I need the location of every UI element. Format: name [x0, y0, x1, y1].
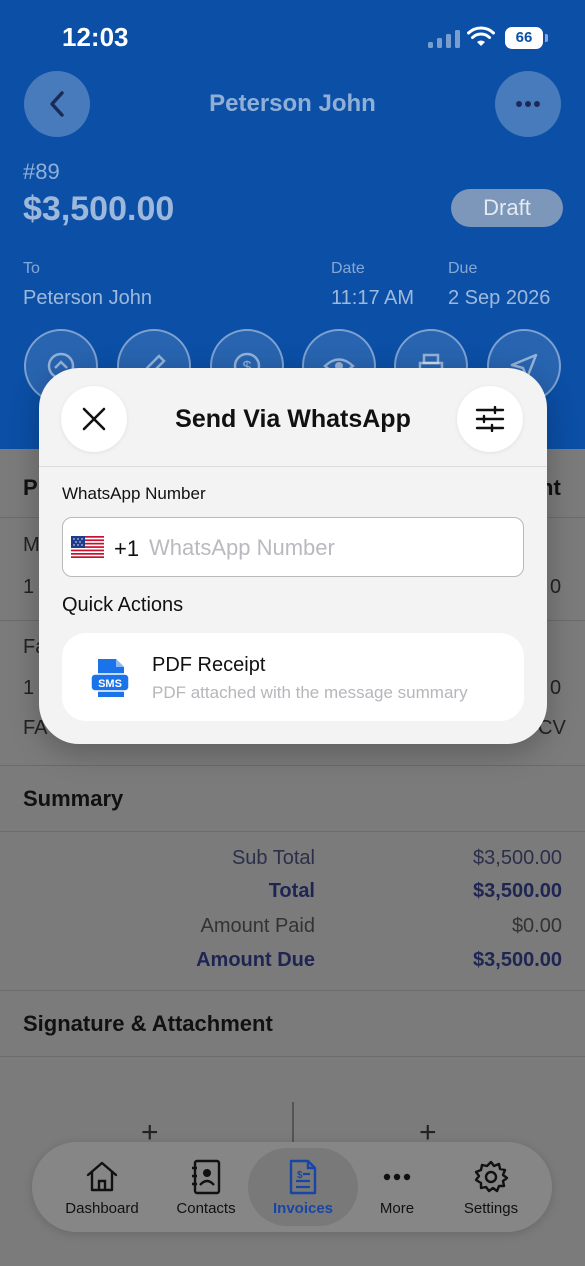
divider	[0, 831, 585, 832]
wifi-icon	[467, 26, 495, 46]
signature-separator	[292, 1102, 294, 1142]
summary-value: $3,500.00	[473, 847, 562, 869]
divider	[0, 765, 585, 766]
summary-value: $3,500.00	[473, 880, 562, 902]
pdf-receipt-action[interactable]: SMS PDF Receipt PDF attached with the me…	[62, 633, 524, 721]
battery-indicator: 66	[505, 27, 548, 49]
sms-document-icon: SMS	[90, 659, 130, 697]
divider	[0, 990, 585, 991]
due-label: Due	[448, 260, 478, 277]
tab-label: Invoices	[272, 1200, 334, 1217]
items-header-left: P	[23, 475, 38, 500]
send-whatsapp-modal: Send Via WhatsApp WhatsApp Number +1 Qui…	[39, 368, 547, 744]
divider	[0, 1056, 585, 1057]
date-label: Date	[331, 260, 365, 277]
item-row-2-amount: 0	[550, 677, 562, 699]
item-row-1-name: M	[23, 534, 40, 556]
item-row-1-qty: 1	[23, 576, 35, 598]
summary-value: $0.00	[511, 915, 562, 937]
invoice-amount: $3,500.00	[23, 190, 175, 228]
date-value: 11:17 AM	[331, 287, 415, 309]
sms-icon-text: SMS	[98, 678, 122, 690]
summary-label: Sub Total	[231, 847, 315, 869]
invoice-number: #89	[23, 159, 60, 184]
tab-label: Contacts	[176, 1200, 236, 1217]
us-flag-icon[interactable]	[71, 536, 104, 558]
ellipsis-icon	[516, 101, 540, 107]
tab-more[interactable]: More	[358, 1142, 436, 1232]
quick-action-name: PDF Receipt	[152, 654, 266, 676]
tab-invoices[interactable]: $ Invoices	[248, 1142, 358, 1232]
summary-label: Total	[268, 880, 315, 902]
status-time: 12:03	[62, 22, 129, 52]
summary-label: Amount Paid	[200, 915, 315, 937]
tab-dashboard[interactable]: Dashboard	[54, 1142, 150, 1232]
quick-actions-title: Quick Actions	[62, 594, 184, 616]
tab-contacts[interactable]: Contacts	[160, 1142, 252, 1232]
quick-action-description: PDF attached with the message summary	[152, 683, 468, 702]
signature-title: Signature & Attachment	[23, 1011, 273, 1036]
status-bar: 12:03 66	[0, 0, 585, 78]
tab-label: Dashboard	[65, 1200, 139, 1217]
tab-bar: Dashboard Contacts $ Invoices More Setti…	[32, 1142, 552, 1232]
contacts-icon	[192, 1159, 221, 1195]
summary-title: Summary	[23, 786, 124, 811]
tab-label: Settings	[463, 1200, 519, 1217]
summary-label: Amount Due	[196, 949, 315, 971]
ellipsis-icon	[383, 1173, 411, 1181]
whatsapp-number-label: WhatsApp Number	[62, 484, 206, 503]
invoice-icon: $	[289, 1159, 317, 1195]
summary-value: $3,500.00	[473, 949, 562, 971]
country-code[interactable]: +1	[114, 536, 139, 562]
svg-text:$: $	[297, 1170, 303, 1181]
gear-icon	[474, 1160, 509, 1193]
item-row-1-amount: 0	[550, 576, 562, 598]
sliders-icon	[475, 406, 505, 432]
more-options-button[interactable]	[495, 71, 561, 137]
options-button[interactable]	[457, 386, 523, 452]
to-value: Peterson John	[23, 287, 152, 309]
status-badge: Draft	[451, 189, 563, 227]
cellular-signal-icon	[428, 30, 460, 48]
tab-label: More	[379, 1200, 415, 1217]
whatsapp-number-field[interactable]: +1	[62, 517, 524, 577]
whatsapp-number-input[interactable]	[149, 528, 509, 568]
due-value: 2 Sep 2026	[448, 287, 551, 309]
divider	[39, 466, 547, 467]
tab-settings[interactable]: Settings	[448, 1142, 534, 1232]
home-icon	[86, 1161, 118, 1192]
to-label: To	[23, 260, 40, 277]
item-row-2-qty: 1	[23, 677, 35, 699]
